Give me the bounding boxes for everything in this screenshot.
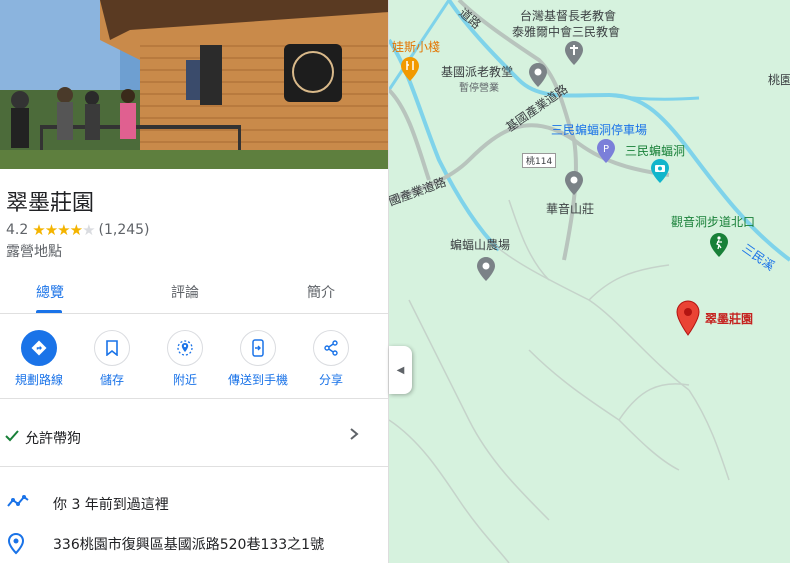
selected-place-pin-icon[interactable] xyxy=(676,300,700,340)
directions-icon xyxy=(21,330,57,366)
share-icon xyxy=(313,330,349,366)
chevron-left-icon: ◀ xyxy=(396,364,405,376)
tab-reviews[interactable]: 評論 xyxy=(135,282,235,302)
tab-active-indicator xyxy=(36,310,62,313)
restaurant-pin-icon[interactable] xyxy=(400,56,420,86)
chevron-right-icon[interactable] xyxy=(347,423,361,449)
location-pin-icon xyxy=(7,532,25,559)
rating-stars: ★★★★★ xyxy=(32,221,95,239)
amenity-label: 允許帶狗 xyxy=(25,431,81,447)
address-row[interactable]: 336桃園市復興區基國派路520巷133之1號 xyxy=(0,530,388,559)
map-label-bat-cave[interactable]: 三民蝙蝠洞 xyxy=(625,142,685,159)
map-label-villa[interactable]: 華音山莊 xyxy=(546,200,594,217)
old-church-pin-icon[interactable] xyxy=(528,62,548,92)
timeline-icon xyxy=(7,493,29,515)
villa-pin-icon[interactable] xyxy=(564,170,584,200)
map-label-old-church-status: 暫停營業 xyxy=(459,83,499,94)
place-panel: 翠墨莊園 4.2 ★★★★★ (1,245) 露營地點 總覽 評論 簡介 規劃路… xyxy=(0,0,389,563)
save-label: 儲存 xyxy=(99,373,124,387)
share-button[interactable]: 分享 xyxy=(296,330,366,388)
photo-image xyxy=(0,0,388,169)
amenity-row[interactable]: 允許帶狗 xyxy=(0,420,388,452)
action-buttons: 規劃路線 儲存 附近 傳送到手機 分享 xyxy=(0,330,388,400)
tab-bar: 總覽 評論 簡介 xyxy=(0,270,388,314)
nearby-icon xyxy=(167,330,203,366)
map-label-trail[interactable]: 觀音洞步道北口 xyxy=(671,213,755,230)
save-button[interactable]: 儲存 xyxy=(77,330,147,388)
hiking-pin-icon[interactable] xyxy=(709,232,729,262)
map-label-church[interactable]: 台灣基督長老教會 xyxy=(520,7,616,24)
check-icon xyxy=(4,428,20,447)
map-label-old-church[interactable]: 基國派老教堂 xyxy=(441,63,513,80)
svg-text:P: P xyxy=(603,144,609,155)
collapse-panel-button[interactable]: ◀ xyxy=(389,346,412,394)
map-label-church-sub[interactable]: 泰雅爾中會三民教會 xyxy=(512,23,620,40)
map-canvas[interactable]: 道路 台灣基督長老教會 泰雅爾中會三民教會 娃斯小棧 基國派老教堂 暫停營業 基… xyxy=(389,0,790,563)
rating-value: 4.2 xyxy=(6,222,29,238)
send-to-phone-button[interactable]: 傳送到手機 xyxy=(223,330,293,388)
map-label-selected-place[interactable]: 翠墨莊園 xyxy=(705,310,753,327)
review-count[interactable]: (1,245) xyxy=(99,222,150,238)
send-to-phone-icon xyxy=(240,330,276,366)
place-title: 翠墨莊園 xyxy=(6,191,95,216)
parking-pin-icon[interactable]: P xyxy=(596,138,616,168)
map-label-restaurant[interactable]: 娃斯小棧 xyxy=(392,38,440,55)
visited-text: 你 3 年前到過這裡 xyxy=(53,497,169,513)
visited-row[interactable]: 你 3 年前到過這裡 xyxy=(0,490,388,518)
farm-pin-icon[interactable] xyxy=(476,256,496,286)
bookmark-icon xyxy=(94,330,130,366)
divider xyxy=(0,398,388,399)
map-roads xyxy=(389,0,790,563)
send-to-phone-label: 傳送到手機 xyxy=(227,373,288,387)
nearby-button[interactable]: 附近 xyxy=(150,330,220,388)
map-label-edge: 桃園 xyxy=(768,73,790,87)
tab-about[interactable]: 簡介 xyxy=(271,282,371,302)
nearby-label: 附近 xyxy=(172,373,197,387)
share-label: 分享 xyxy=(318,373,343,387)
map-label-bat-farm[interactable]: 蝙蝠山農場 xyxy=(450,236,510,253)
rating-row: 4.2 ★★★★★ (1,245) xyxy=(6,221,150,239)
place-photo[interactable] xyxy=(0,0,388,169)
directions-label: 規劃路線 xyxy=(14,373,63,387)
address-text: 336桃園市復興區基國派路520巷133之1號 xyxy=(53,537,325,553)
place-category[interactable]: 露營地點 xyxy=(6,241,62,261)
tab-overview[interactable]: 總覽 xyxy=(0,282,100,302)
directions-button[interactable]: 規劃路線 xyxy=(4,330,74,388)
route-shield: 桃114 xyxy=(522,153,557,168)
divider xyxy=(0,466,388,467)
map-label-parking[interactable]: 三民蝙蝠洞停車場 xyxy=(551,121,647,138)
camera-pin-icon[interactable] xyxy=(650,158,670,188)
church-pin-icon[interactable] xyxy=(564,40,584,70)
